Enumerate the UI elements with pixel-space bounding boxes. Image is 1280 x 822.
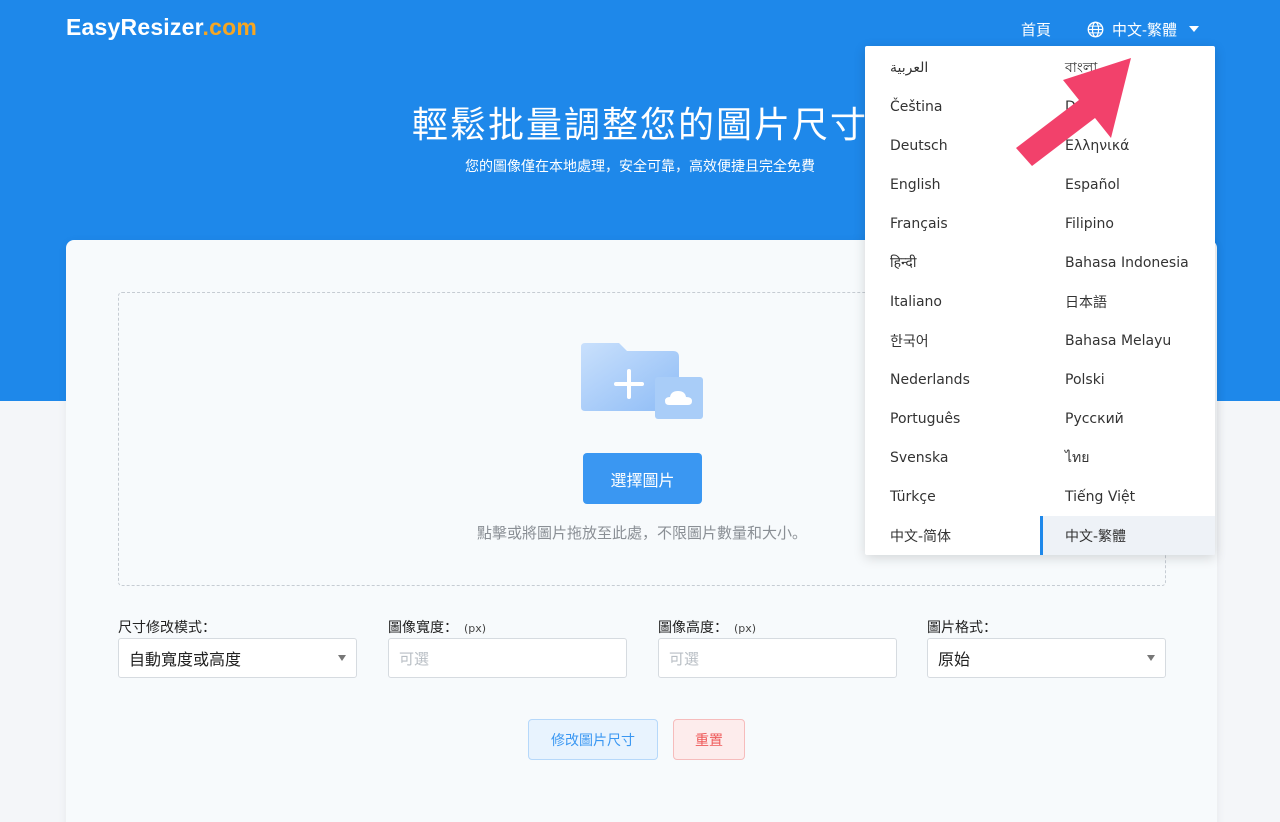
language-option[interactable]: Русский [1040,399,1215,438]
language-option-active[interactable]: 中文-繁體 [1040,516,1215,555]
language-switcher[interactable]: 中文-繁體 [1087,17,1199,41]
language-option[interactable]: 日本語 [1040,282,1215,321]
language-option[interactable]: 한국어 [865,321,1040,360]
select-images-button[interactable]: 選擇圖片 [583,453,702,504]
globe-icon [1087,21,1104,37]
folder-upload-icon [581,343,703,419]
height-input[interactable]: 可選 [658,638,897,678]
resize-images-button[interactable]: 修改圖片尺寸 [528,719,658,760]
dropdown-arrow-icon [338,655,346,661]
language-option[interactable]: Italiano [865,282,1040,321]
site-logo[interactable]: EasyResizer.com [66,14,257,41]
format-value: 原始 [938,650,971,669]
resize-mode-label-text: 尺寸修改模式： [118,620,216,636]
height-unit: (px) [734,622,757,635]
format-label-text: 圖片格式： [927,620,997,636]
height-label-text: 圖像高度： [658,620,728,636]
language-option[interactable]: Filipino [1040,204,1215,243]
height-label: 圖像高度： (px) [658,617,756,637]
format-label: 圖片格式： [927,617,997,637]
resize-mode-select[interactable]: 自動寬度或高度 [118,638,357,678]
dropdown-arrow-icon [1147,655,1155,661]
chevron-down-icon [1189,26,1199,32]
resize-mode-label: 尺寸修改模式： [118,617,216,637]
width-input[interactable]: 可選 [388,638,627,678]
width-unit: (px) [464,622,487,635]
annotation-arrow-icon [1016,58,1131,166]
nav-home-link[interactable]: 首頁 [1021,19,1051,40]
language-option[interactable]: Bahasa Melayu [1040,321,1215,360]
language-option[interactable]: Svenska [865,438,1040,477]
language-option[interactable]: Português [865,399,1040,438]
language-option[interactable]: Nederlands [865,360,1040,399]
language-option[interactable]: Türkçe [865,477,1040,516]
language-option[interactable]: ไทย [1040,438,1215,477]
language-option[interactable]: Bahasa Indonesia [1040,243,1215,282]
current-language-label: 中文-繁體 [1112,21,1177,39]
logo-main: EasyResizer [66,14,203,40]
resize-mode-value: 自動寬度或高度 [129,650,242,669]
language-option[interactable]: Français [865,204,1040,243]
language-option[interactable]: Polski [1040,360,1215,399]
reset-button[interactable]: 重置 [673,719,745,760]
format-select[interactable]: 原始 [927,638,1166,678]
language-option[interactable]: हिन्दी [865,243,1040,282]
width-label: 圖像寬度： (px) [388,617,486,637]
width-label-text: 圖像寬度： [388,620,458,636]
language-option[interactable]: 中文-简体 [865,516,1040,555]
language-option[interactable]: Tiếng Việt [1040,477,1215,516]
logo-suffix: .com [202,14,257,40]
